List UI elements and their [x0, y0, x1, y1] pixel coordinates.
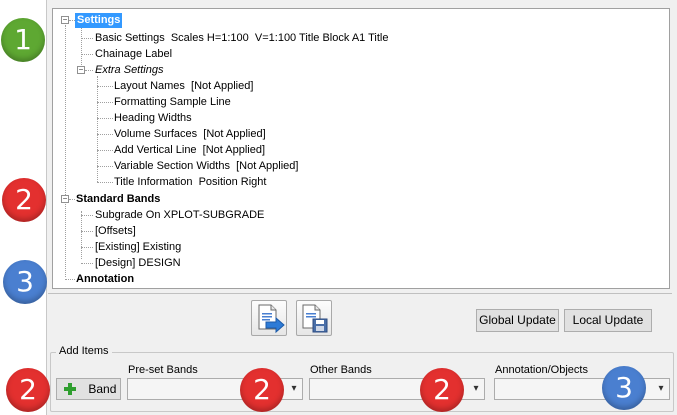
tree-line	[97, 150, 113, 151]
tree-line	[65, 279, 75, 280]
chevron-down-icon: ▾	[658, 383, 664, 394]
tree-node-chainage-label[interactable]: Chainage Label	[95, 47, 172, 62]
tree-line	[81, 211, 82, 259]
callout-badge-2: 2	[2, 178, 46, 222]
tree-node-design[interactable]: [Design] DESIGN	[95, 256, 181, 271]
preset-bands-label: Pre-set Bands	[128, 364, 198, 376]
tree-node-title-information[interactable]: Title Information Position Right	[114, 175, 266, 190]
tree-node-annotation[interactable]: Annotation	[76, 272, 134, 287]
annotation-objects-label: Annotation/Objects	[495, 364, 588, 376]
tree-line	[97, 182, 113, 183]
callout-badge-2: 2	[240, 368, 284, 412]
tree-line	[65, 25, 66, 277]
tree-node-extra-settings[interactable]: Extra Settings	[95, 63, 163, 78]
collapse-icon[interactable]: −	[61, 195, 69, 203]
callout-badge-2: 2	[420, 368, 464, 412]
tree-line	[85, 70, 93, 71]
tree-node-standard-bands[interactable]: Standard Bands	[76, 192, 160, 207]
tree-node-add-vertical-line[interactable]: Add Vertical Line [Not Applied]	[114, 143, 265, 158]
tree-node-layout-names[interactable]: Layout Names [Not Applied]	[114, 79, 253, 94]
collapse-icon[interactable]: −	[77, 66, 85, 74]
callout-badge-1: 1	[1, 18, 45, 62]
add-items-label: Add Items	[56, 345, 112, 357]
tree-line	[81, 25, 82, 69]
add-band-button[interactable]: Band	[56, 378, 121, 400]
tree-node-heading-widths[interactable]: Heading Widths	[114, 111, 192, 126]
tree-line	[97, 102, 113, 103]
tree-node-settings[interactable]: Settings	[75, 13, 123, 28]
settings-tree[interactable]: − Settings Basic Settings Scales H=1:100…	[52, 8, 670, 289]
tree-line	[97, 166, 113, 167]
plus-icon	[63, 382, 77, 396]
other-bands-label: Other Bands	[310, 364, 372, 376]
tree-line	[97, 118, 113, 119]
document-arrow-icon	[258, 304, 285, 334]
tree-node-offsets[interactable]: [Offsets]	[95, 224, 136, 239]
tree-node-subgrade[interactable]: Subgrade On XPLOT-SUBGRADE	[95, 208, 264, 223]
callout-badge-3: 3	[602, 366, 646, 410]
collapse-icon[interactable]: −	[61, 16, 69, 24]
tree-line	[69, 199, 75, 200]
separator	[48, 293, 672, 294]
tree-line	[97, 86, 113, 87]
chevron-down-icon: ▾	[291, 383, 297, 394]
tree-line	[97, 134, 113, 135]
callout-badge-2: 2	[6, 368, 50, 412]
tree-node-existing[interactable]: [Existing] Existing	[95, 240, 181, 255]
export-button[interactable]	[251, 300, 287, 336]
tree-node-volume-surfaces[interactable]: Volume Surfaces [Not Applied]	[114, 127, 266, 142]
tree-line	[81, 247, 93, 248]
band-label: Band	[88, 382, 117, 396]
tree-line	[81, 215, 93, 216]
document-save-icon	[302, 304, 328, 333]
tree-line	[81, 54, 93, 55]
save-button[interactable]	[296, 300, 332, 336]
tree-node-variable-section-widths[interactable]: Variable Section Widths [Not Applied]	[114, 159, 298, 174]
tree-node-basic-settings[interactable]: Basic Settings Scales H=1:100 V=1:100 Ti…	[95, 31, 389, 46]
callout-badge-3: 3	[3, 260, 47, 304]
global-update-button[interactable]: Global Update	[476, 309, 559, 332]
chevron-down-icon: ▾	[473, 383, 479, 394]
tree-line	[81, 38, 93, 39]
tree-line	[81, 263, 93, 264]
local-update-button[interactable]: Local Update	[564, 309, 652, 332]
tree-line	[81, 231, 93, 232]
tree-node-formatting-sample-line[interactable]: Formatting Sample Line	[114, 95, 231, 110]
